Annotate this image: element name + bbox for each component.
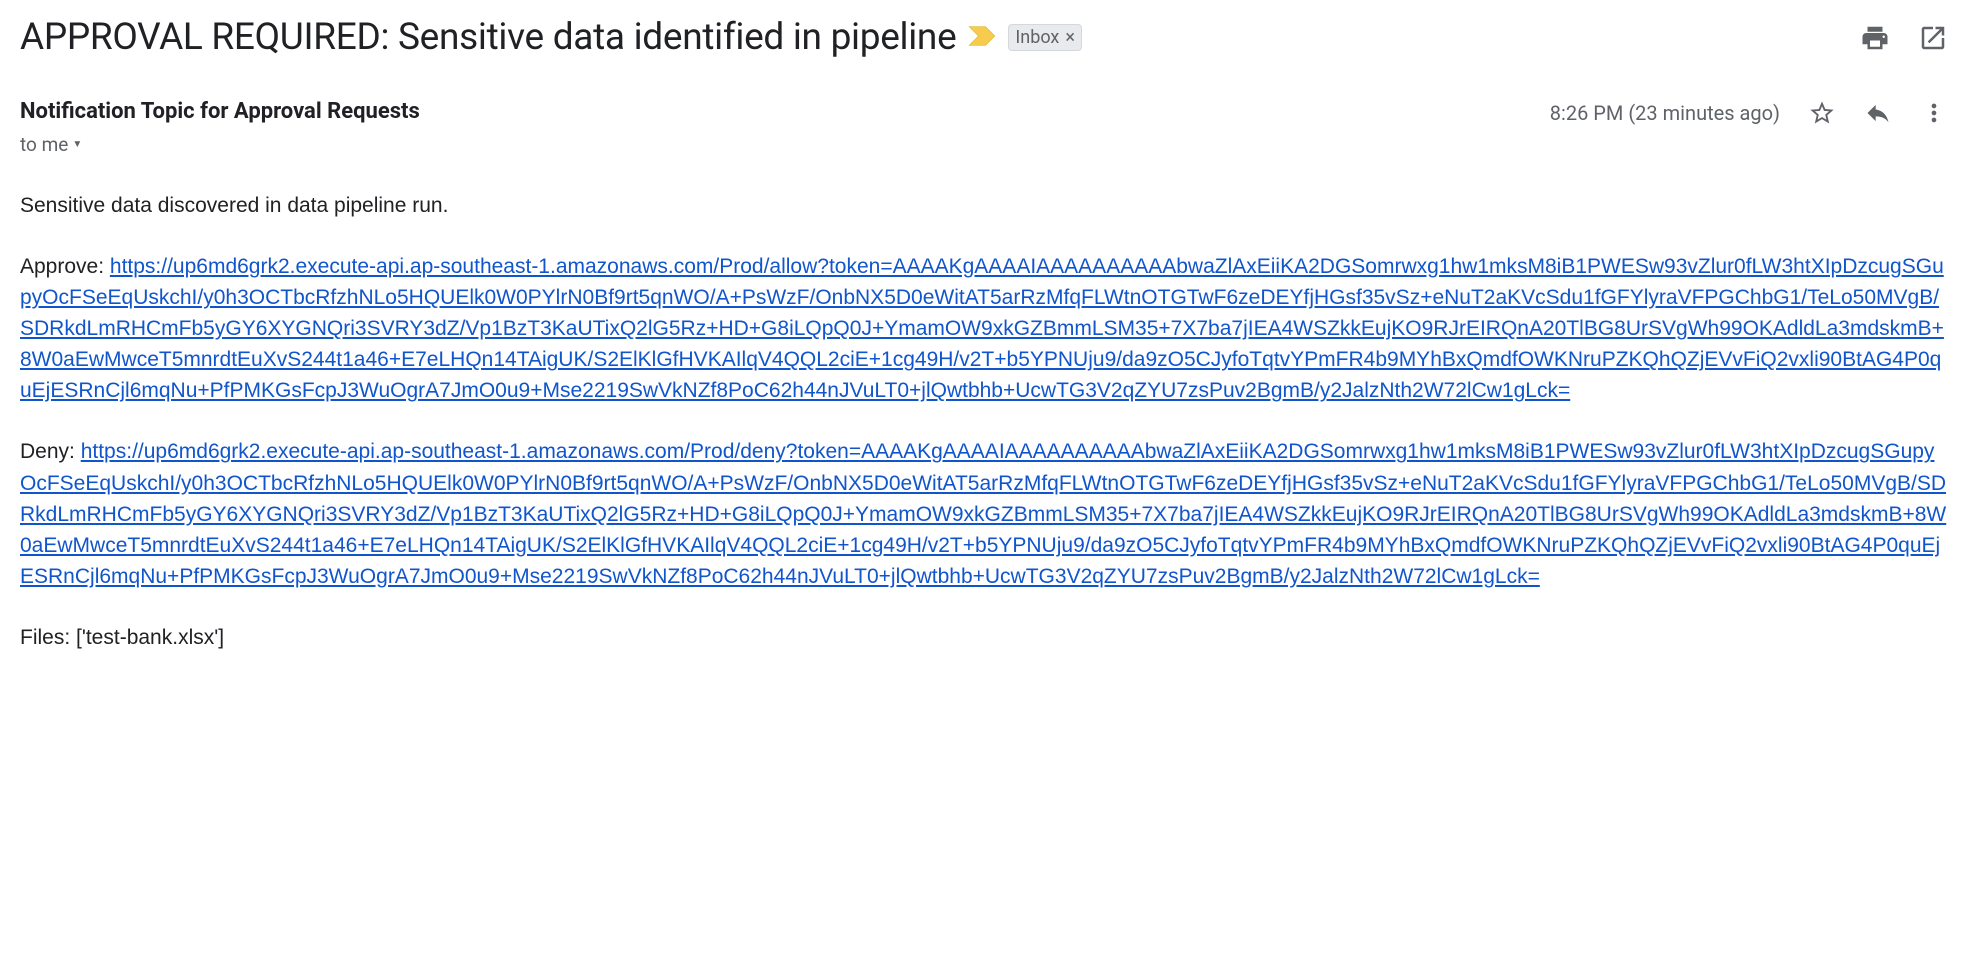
email-timestamp: 8:26 PM (23 minutes ago) xyxy=(1550,101,1780,125)
approve-block: Approve: https://up6md6grk2.execute-api.… xyxy=(20,251,1948,406)
header-actions xyxy=(1860,23,1948,53)
subject-wrap: APPROVAL REQUIRED: Sensitive data identi… xyxy=(20,16,1082,59)
email-header: APPROVAL REQUIRED: Sensitive data identi… xyxy=(20,16,1948,59)
inbox-label-chip[interactable]: Inbox × xyxy=(1008,24,1082,51)
print-icon[interactable] xyxy=(1860,23,1890,53)
to-line: to me ▼ xyxy=(20,133,1948,156)
deny-block: Deny: https://up6md6grk2.execute-api.ap-… xyxy=(20,436,1948,591)
email-body: Sensitive data discovered in data pipeli… xyxy=(20,190,1948,653)
approve-label: Approve: xyxy=(20,255,110,278)
reply-icon[interactable] xyxy=(1864,99,1892,127)
inbox-label-text: Inbox xyxy=(1015,27,1059,48)
inbox-label-remove-icon[interactable]: × xyxy=(1065,27,1075,48)
show-details-dropdown-icon[interactable]: ▼ xyxy=(72,139,82,150)
more-options-icon[interactable] xyxy=(1920,99,1948,127)
sender-name: Notification Topic for Approval Requests xyxy=(20,99,420,124)
email-meta-row: Notification Topic for Approval Requests… xyxy=(20,99,1948,127)
meta-actions: 8:26 PM (23 minutes ago) xyxy=(1550,99,1948,127)
approve-link[interactable]: https://up6md6grk2.execute-api.ap-southe… xyxy=(20,255,1944,402)
open-in-new-window-icon[interactable] xyxy=(1918,23,1948,53)
deny-label: Deny: xyxy=(20,440,81,463)
email-subject: APPROVAL REQUIRED: Sensitive data identi… xyxy=(20,16,956,59)
to-line-text: to me xyxy=(20,133,68,156)
files-line: Files: ['test-bank.xlsx'] xyxy=(20,622,1948,653)
body-intro: Sensitive data discovered in data pipeli… xyxy=(20,190,1948,221)
deny-link[interactable]: https://up6md6grk2.execute-api.ap-southe… xyxy=(20,440,1946,587)
importance-marker-icon[interactable] xyxy=(968,25,996,51)
star-icon[interactable] xyxy=(1808,99,1836,127)
sender-block: Notification Topic for Approval Requests xyxy=(20,99,420,124)
